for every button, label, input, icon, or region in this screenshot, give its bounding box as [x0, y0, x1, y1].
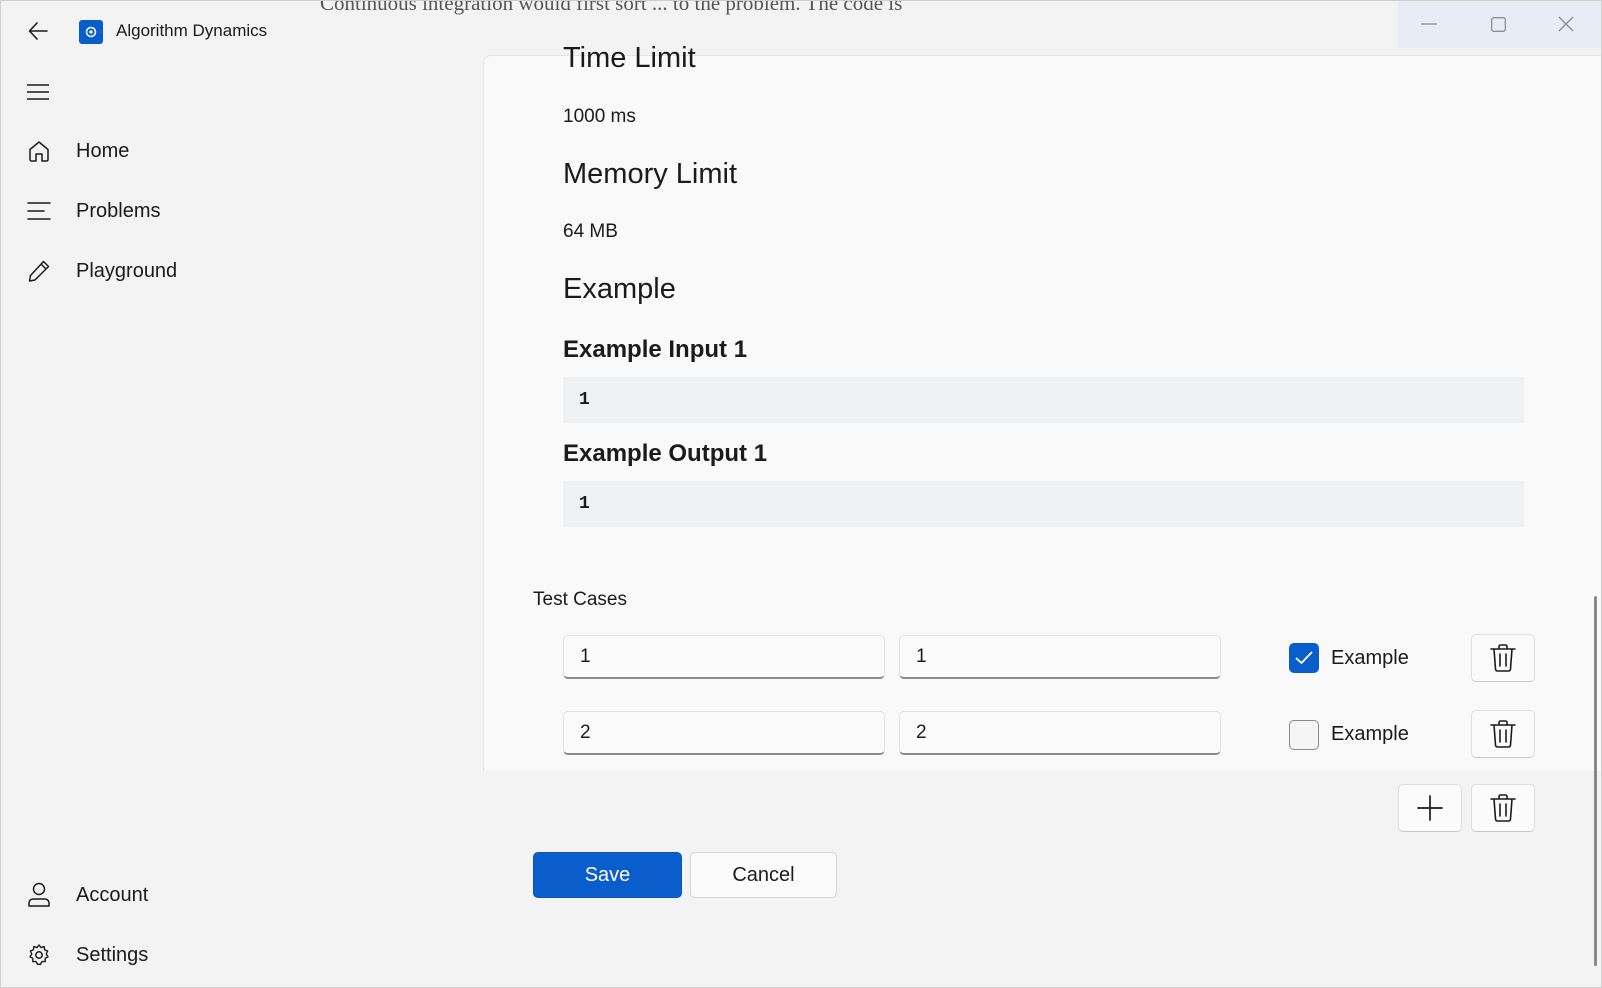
- delete-all-test-cases-button[interactable]: [1471, 784, 1535, 832]
- list-icon: [12, 201, 66, 221]
- example-output-heading: Example Output 1: [563, 440, 768, 467]
- nav-item-label: Home: [76, 139, 130, 162]
- trash-icon: [1490, 720, 1516, 748]
- example-input-value: 1: [579, 390, 590, 410]
- save-button[interactable]: Save: [533, 852, 682, 898]
- nav-item-label: Settings: [76, 943, 149, 966]
- pencil-icon: [12, 259, 66, 283]
- example-checkbox-label[interactable]: Example: [1331, 647, 1409, 670]
- nav-item-label: Problems: [76, 199, 161, 222]
- example-output-box: 1: [563, 481, 1524, 527]
- nav-item-problems[interactable]: Problems: [10, 188, 465, 234]
- checkmark-icon: [1295, 651, 1313, 664]
- app-logo-icon: [79, 20, 103, 44]
- maximize-button[interactable]: [1464, 0, 1532, 48]
- maximize-icon: [1490, 16, 1506, 32]
- nav-item-settings[interactable]: Settings: [10, 932, 465, 978]
- vertical-scrollbar[interactable]: [1594, 596, 1597, 966]
- delete-test-case-button[interactable]: [1471, 710, 1535, 758]
- close-icon: [1558, 16, 1574, 32]
- test-case-output-field[interactable]: [899, 635, 1221, 679]
- nav-item-playground[interactable]: Playground: [10, 248, 465, 294]
- background-bleed-text: Continuous integration would first sort …: [320, 0, 903, 15]
- time-limit-value: 1000 ms: [563, 106, 636, 127]
- example-checkbox-label[interactable]: Example: [1331, 723, 1409, 746]
- example-heading: Example: [563, 273, 676, 305]
- gear-icon: [12, 943, 66, 967]
- test-cases-heading: Test Cases: [533, 589, 627, 610]
- back-button[interactable]: [18, 14, 58, 48]
- delete-test-case-button[interactable]: [1471, 634, 1535, 682]
- nav-item-label: Account: [76, 883, 149, 906]
- example-checkbox[interactable]: [1289, 643, 1319, 673]
- nav-item-account[interactable]: Account: [10, 872, 465, 918]
- back-arrow-icon: [28, 22, 48, 40]
- trash-icon: [1490, 644, 1516, 672]
- time-limit-heading: Time Limit: [563, 42, 696, 74]
- plus-icon: [1417, 795, 1443, 821]
- cancel-button[interactable]: Cancel: [690, 852, 837, 898]
- example-checkbox[interactable]: [1289, 720, 1319, 750]
- hamburger-icon: [27, 84, 49, 100]
- nav-item-label: Playground: [76, 259, 178, 282]
- trash-icon: [1490, 794, 1516, 822]
- test-case-input-field[interactable]: [563, 711, 885, 755]
- close-button[interactable]: [1532, 0, 1600, 48]
- example-output-value: 1: [579, 494, 590, 514]
- add-test-case-button[interactable]: [1398, 784, 1462, 832]
- nav-item-home[interactable]: Home: [10, 128, 465, 174]
- app-title: Algorithm Dynamics: [116, 21, 268, 40]
- example-input-heading: Example Input 1: [563, 336, 748, 363]
- test-case-output-field[interactable]: [899, 711, 1221, 755]
- person-icon: [12, 882, 66, 908]
- memory-limit-value: 64 MB: [563, 221, 618, 242]
- menu-toggle-button[interactable]: [18, 72, 58, 112]
- home-icon: [12, 139, 66, 163]
- test-case-input-field[interactable]: [563, 635, 885, 679]
- example-input-box: 1: [563, 377, 1524, 423]
- memory-limit-heading: Memory Limit: [563, 158, 738, 190]
- minimize-button[interactable]: [1395, 0, 1463, 48]
- minimize-icon: [1421, 23, 1437, 25]
